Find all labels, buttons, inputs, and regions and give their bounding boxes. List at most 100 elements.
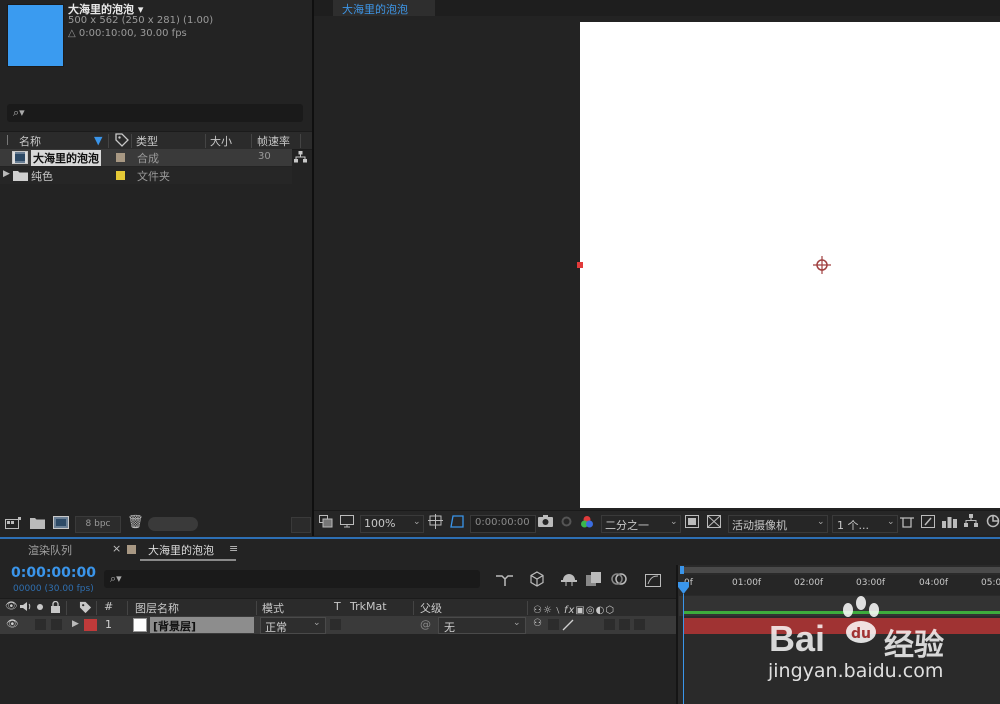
audio-icon[interactable] xyxy=(20,601,32,612)
search-icon: ⌕▾ xyxy=(110,572,122,585)
toggle-pixel-aspect-icon[interactable] xyxy=(900,515,914,528)
zoom-select[interactable]: 100% ⌄ xyxy=(360,515,424,533)
rgb-channels-icon[interactable] xyxy=(580,515,594,529)
timeline-search-input[interactable]: ⌕▾ xyxy=(104,570,480,588)
snapshot-camera-icon[interactable] xyxy=(538,515,553,527)
graph-editor-icon[interactable] xyxy=(645,572,661,587)
camera-select[interactable]: 活动摄像机 ⌄ xyxy=(728,515,828,533)
grid-guides-icon[interactable] xyxy=(428,514,443,529)
tab-render-queue[interactable]: 渲染队列 xyxy=(28,542,72,558)
composition-icon xyxy=(12,151,28,164)
project-item-folder[interactable]: ▶ 纯色 文件夹 xyxy=(0,167,292,184)
layer-switches-icons[interactable]: ⚇☼﹨fx▣◎◐⬡ xyxy=(533,601,615,616)
zoom-value: 100% xyxy=(364,517,396,530)
views-layout-select[interactable]: 1 个... ⌄ xyxy=(832,515,898,533)
show-snapshot-icon[interactable] xyxy=(560,515,573,528)
thumbnail-size-slider[interactable] xyxy=(148,517,198,531)
monitor-icon[interactable] xyxy=(340,515,354,528)
column-trkmat[interactable]: TrkMat xyxy=(350,600,387,613)
column-t[interactable]: T xyxy=(334,600,341,613)
viewer-tab-comp[interactable]: 大海里的泡泡 xyxy=(333,0,435,16)
label-color-swatch[interactable] xyxy=(116,153,125,162)
motion-blur-switch[interactable] xyxy=(634,619,645,630)
viewer-timecode[interactable]: 0:00:00:00 xyxy=(470,515,536,533)
time-navigator-start-handle[interactable] xyxy=(680,566,684,574)
av-switch-icons[interactable]: 👁 xyxy=(5,601,18,612)
3d-layer-switch[interactable] xyxy=(619,619,630,630)
composition-canvas[interactable] xyxy=(580,22,1000,508)
column-parent[interactable]: 父级 xyxy=(420,600,442,616)
column-divider xyxy=(127,601,128,615)
region-of-interest-icon[interactable] xyxy=(685,515,699,528)
reset-exposure-icon[interactable] xyxy=(986,514,1000,528)
bit-depth-button[interactable]: 8 bpc xyxy=(75,516,121,533)
layer-name[interactable]: [背景层] xyxy=(150,617,254,633)
new-composition-icon[interactable] xyxy=(53,516,69,529)
watermark-brand-cn: 经验 xyxy=(884,628,944,663)
motion-blur-icon[interactable] xyxy=(611,572,627,586)
close-tab-icon[interactable]: × xyxy=(112,542,121,555)
timeline-link-icon[interactable] xyxy=(942,515,957,528)
solo-icon[interactable] xyxy=(37,604,43,610)
chevron-down-icon: ⌄ xyxy=(413,517,421,527)
time-navigator[interactable] xyxy=(682,567,1000,573)
fast-previews-icon[interactable] xyxy=(921,515,935,528)
chevron-down-icon: ⌄ xyxy=(513,618,521,628)
tab-composition[interactable]: 大海里的泡泡 xyxy=(148,542,214,558)
anchor-point-icon[interactable] xyxy=(813,256,831,274)
blend-mode-value: 正常 xyxy=(265,621,287,634)
trash-icon[interactable]: 🗑 xyxy=(127,515,144,530)
blend-mode-select[interactable]: 正常 ⌄ xyxy=(260,617,326,634)
panel-menu-icon[interactable]: ≡ xyxy=(229,542,238,555)
parent-select[interactable]: 无 ⌄ xyxy=(438,617,526,634)
expand-arrow-icon[interactable]: ▶ xyxy=(72,619,79,629)
shy-switch-icon[interactable]: ⚇ xyxy=(533,618,542,629)
layer-label-color[interactable] xyxy=(84,619,97,631)
pick-whip-icon[interactable]: @ xyxy=(420,618,431,631)
label-tag-icon[interactable] xyxy=(115,133,129,147)
column-name[interactable]: 名称 xyxy=(19,133,41,149)
always-preview-icon[interactable] xyxy=(319,515,333,528)
project-item-comp[interactable]: 大海里的泡泡 合成 30 xyxy=(0,149,292,166)
preserve-transparency-toggle[interactable] xyxy=(330,619,341,630)
mask-visibility-icon[interactable] xyxy=(450,514,465,529)
chevron-down-icon: ⌄ xyxy=(670,517,678,527)
project-item-name: 纯色 xyxy=(31,170,53,183)
draft-3d-icon[interactable] xyxy=(529,571,545,587)
playhead-line[interactable] xyxy=(683,594,684,704)
frame-blending-icon[interactable] xyxy=(586,572,602,586)
column-layer-name[interactable]: 图层名称 xyxy=(135,600,179,616)
column-grip xyxy=(7,135,14,145)
lock-toggle[interactable] xyxy=(51,619,62,630)
column-fps[interactable]: 帧速率 xyxy=(257,133,290,149)
comp-mini-flowchart-icon[interactable] xyxy=(496,572,513,586)
flowchart-icon[interactable] xyxy=(294,151,307,163)
new-folder-icon[interactable] xyxy=(30,517,45,529)
playhead-icon[interactable] xyxy=(678,582,689,594)
label-color-swatch[interactable] xyxy=(116,171,125,180)
interpret-footage-icon[interactable] xyxy=(5,517,21,530)
column-size[interactable]: 大小 xyxy=(210,133,232,149)
solo-toggle[interactable] xyxy=(35,619,46,630)
sort-arrow-icon[interactable]: ▼ xyxy=(94,134,102,147)
column-type[interactable]: 类型 xyxy=(136,133,158,149)
column-mode[interactable]: 模式 xyxy=(262,600,284,616)
project-search-input[interactable]: ⌕▾ xyxy=(7,104,303,122)
shy-layers-icon[interactable] xyxy=(561,572,577,586)
panel-scroll-corner[interactable] xyxy=(291,517,311,533)
layer-row[interactable]: 👁 ▶ 1 [背景层] 正常 ⌄ @ 无 ⌄ ⚇ xyxy=(0,616,676,634)
resolution-select[interactable]: 二分之一 ⌄ xyxy=(601,515,681,533)
flowchart-icon[interactable] xyxy=(964,514,978,527)
expand-arrow-icon[interactable]: ▶ xyxy=(3,169,10,179)
layer-handle[interactable] xyxy=(577,262,583,268)
quality-switch-icon[interactable] xyxy=(562,619,574,631)
label-tag-icon[interactable] xyxy=(79,601,92,614)
lock-icon[interactable] xyxy=(51,601,60,613)
visibility-eye-icon[interactable]: 👁 xyxy=(6,619,19,630)
transparency-grid-icon[interactable] xyxy=(707,515,721,528)
collapse-switch[interactable] xyxy=(548,619,559,630)
adjustment-switch[interactable] xyxy=(604,619,615,630)
ruler-tick-label: 03:00f xyxy=(856,578,886,588)
column-divider xyxy=(96,601,97,615)
timeline-timecode[interactable]: 0:00:00:00 xyxy=(11,565,96,581)
